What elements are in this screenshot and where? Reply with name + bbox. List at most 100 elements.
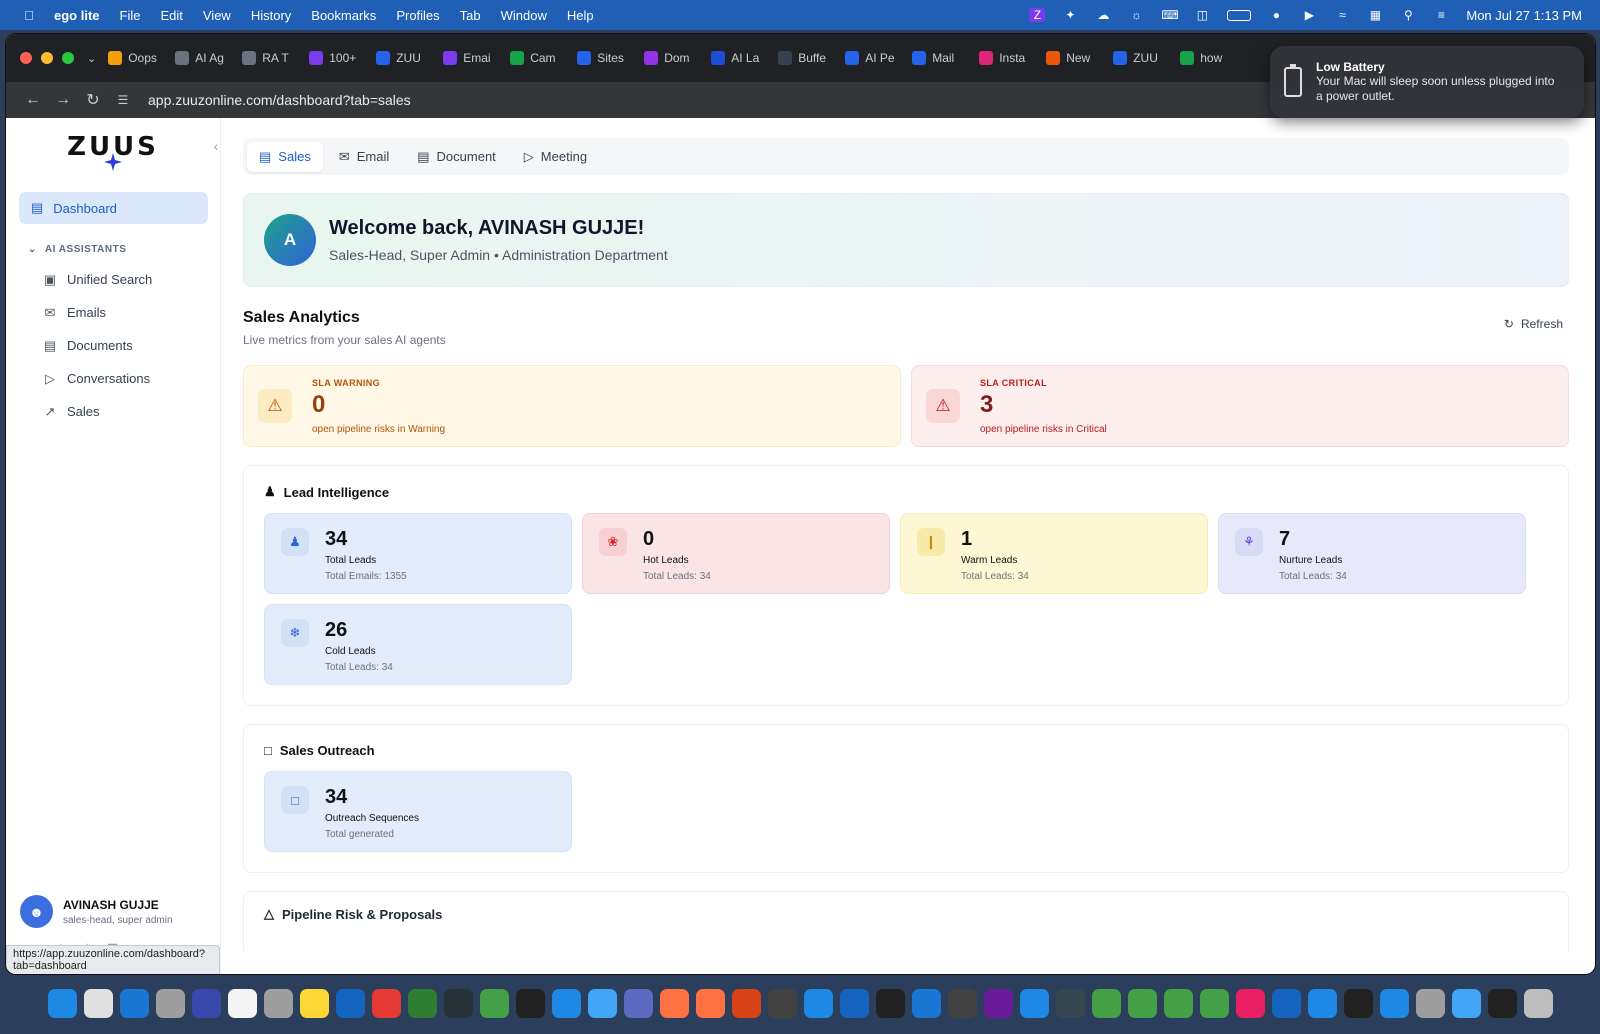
browser-tab[interactable]: Buffe	[778, 51, 845, 65]
browser-tab[interactable]: how	[1180, 51, 1247, 65]
sidebar-item-dashboard[interactable]: ▤ Dashboard	[19, 192, 208, 224]
dock-app-icon[interactable]	[1415, 988, 1445, 1018]
dock-app-icon[interactable]	[227, 988, 257, 1018]
menu-help[interactable]: Help	[567, 8, 594, 23]
dock-app-icon[interactable]	[623, 988, 653, 1018]
dock-app-icon[interactable]	[1235, 988, 1265, 1018]
tab-document[interactable]: ▤ Document	[405, 142, 508, 172]
zoom-window-button[interactable]	[62, 52, 74, 64]
dock-app-icon[interactable]	[155, 988, 185, 1018]
dock-app-icon[interactable]	[119, 988, 149, 1018]
stats-icon[interactable]: ▦	[1367, 8, 1383, 22]
dock-app-icon[interactable]	[1307, 988, 1337, 1018]
browser-tab[interactable]: Sites	[577, 51, 644, 65]
menu-bookmarks[interactable]: Bookmarks	[311, 8, 376, 23]
apple-icon[interactable]: 	[18, 8, 40, 23]
browser-tab[interactable]: ZUU	[1113, 51, 1180, 65]
tab-meeting[interactable]: ▷ Meeting	[512, 142, 599, 172]
dock-app-icon[interactable]	[731, 988, 761, 1018]
user-profile[interactable]: ☻ AVINASH GUJJE sales-head, super admin	[20, 895, 173, 928]
menu-view[interactable]: View	[203, 8, 231, 23]
dock-app-icon[interactable]	[1091, 988, 1121, 1018]
cast-icon[interactable]: ◫	[1194, 8, 1210, 22]
dock-app-icon[interactable]	[335, 988, 365, 1018]
back-icon[interactable]: ←	[18, 91, 48, 109]
reload-icon[interactable]: ↻	[78, 90, 108, 110]
dock-app-icon[interactable]	[479, 988, 509, 1018]
sparkle-icon[interactable]: ✦	[1062, 8, 1078, 22]
dock-app-icon[interactable]	[1451, 988, 1481, 1018]
dock-app-icon[interactable]	[875, 988, 905, 1018]
sidebar-item-documents[interactable]: ▤ Documents	[42, 329, 220, 362]
dock-app-icon[interactable]	[1199, 988, 1229, 1018]
menubar-clock[interactable]: Mon Jul 27 1:13 PM	[1466, 8, 1582, 23]
dock-app-icon[interactable]	[371, 988, 401, 1018]
tab-email[interactable]: ✉ Email	[327, 142, 401, 172]
tab-sales[interactable]: ▤ Sales	[247, 141, 323, 172]
dock-app-icon[interactable]	[191, 988, 221, 1018]
dock-app-icon[interactable]	[551, 988, 581, 1018]
sidebar-item-conversations[interactable]: ▷ Conversations	[42, 362, 220, 395]
dock-app-icon[interactable]	[1379, 988, 1409, 1018]
dock-app-icon[interactable]	[83, 988, 113, 1018]
dock-app-icon[interactable]	[1055, 988, 1085, 1018]
menu-app-name[interactable]: ego lite	[54, 8, 100, 23]
dock-app-icon[interactable]	[803, 988, 833, 1018]
dock-app-icon[interactable]	[47, 988, 77, 1018]
refresh-button[interactable]: ↻ Refresh	[1504, 317, 1563, 331]
menu-edit[interactable]: Edit	[160, 8, 182, 23]
dock-app-icon[interactable]	[443, 988, 473, 1018]
dock-app-icon[interactable]	[299, 988, 329, 1018]
browser-tab[interactable]: Cam	[510, 51, 577, 65]
warm-leads-card[interactable]: ❙ 1 Warm Leads Total Leads: 34	[900, 513, 1208, 594]
dock-app-icon[interactable]	[1271, 988, 1301, 1018]
dock-app-icon[interactable]	[1343, 988, 1373, 1018]
control-center-icon[interactable]: ≡	[1433, 8, 1449, 22]
keyboard-icon[interactable]: ⌨	[1161, 8, 1178, 22]
dock-app-icon[interactable]	[839, 988, 869, 1018]
sidebar-item-unified-search[interactable]: ▣ Unified Search	[42, 263, 220, 296]
nurture-leads-card[interactable]: ⚘ 7 Nurture Leads Total Leads: 34	[1218, 513, 1526, 594]
dock-app-icon[interactable]	[659, 988, 689, 1018]
hot-leads-card[interactable]: ❀ 0 Hot Leads Total Leads: 34	[582, 513, 890, 594]
browser-tab[interactable]: AI La	[711, 51, 778, 65]
outreach-sequences-card[interactable]: □ 34 Outreach Sequences Total generated	[264, 771, 572, 852]
dock-app-icon[interactable]	[1127, 988, 1157, 1018]
sidebar-item-emails[interactable]: ✉ Emails	[42, 296, 220, 329]
dock-app-icon[interactable]	[263, 988, 293, 1018]
dock-app-icon[interactable]	[1019, 988, 1049, 1018]
browser-tab[interactable]: ZUU	[376, 51, 443, 65]
low-battery-notification[interactable]: Low Battery Your Mac will sleep soon unl…	[1270, 46, 1584, 118]
forward-icon[interactable]: →	[48, 91, 78, 109]
browser-tab[interactable]: RA T	[242, 51, 309, 65]
dock-app-icon[interactable]	[911, 988, 941, 1018]
dock-app-icon[interactable]	[983, 988, 1013, 1018]
browser-tab[interactable]: New	[1046, 51, 1113, 65]
dock-app-icon[interactable]	[1163, 988, 1193, 1018]
menu-tab[interactable]: Tab	[460, 8, 481, 23]
dock-app-icon[interactable]	[515, 988, 545, 1018]
dock-app-icon[interactable]	[1487, 988, 1517, 1018]
play-icon[interactable]: ▶	[1301, 8, 1317, 22]
battery-icon[interactable]	[1227, 9, 1252, 21]
z-app-icon[interactable]: Z	[1029, 8, 1046, 22]
user-icon[interactable]: ●	[1268, 8, 1284, 22]
minimize-window-button[interactable]	[41, 52, 53, 64]
dock-app-icon[interactable]	[767, 988, 797, 1018]
ai-assistants-section-header[interactable]: ⌄ AI ASSISTANTS	[28, 244, 220, 255]
browser-tab[interactable]: AI Ag	[175, 51, 242, 65]
browser-tab[interactable]: Mail	[912, 51, 979, 65]
menu-file[interactable]: File	[120, 8, 141, 23]
dock-app-icon[interactable]	[587, 988, 617, 1018]
cold-leads-card[interactable]: ❄ 26 Cold Leads Total Leads: 34	[264, 604, 572, 685]
menu-history[interactable]: History	[251, 8, 291, 23]
wifi-icon[interactable]: ≈	[1334, 8, 1350, 22]
dock-app-icon[interactable]	[1523, 988, 1553, 1018]
browser-tab[interactable]: 100+	[309, 51, 376, 65]
search-icon[interactable]: ⚲	[1400, 8, 1416, 22]
close-window-button[interactable]	[20, 52, 32, 64]
total-leads-card[interactable]: ♟ 34 Total Leads Total Emails: 1355	[264, 513, 572, 594]
dock-app-icon[interactable]	[947, 988, 977, 1018]
dock-app-icon[interactable]	[407, 988, 437, 1018]
chevron-down-icon[interactable]: ⌄	[87, 52, 96, 65]
